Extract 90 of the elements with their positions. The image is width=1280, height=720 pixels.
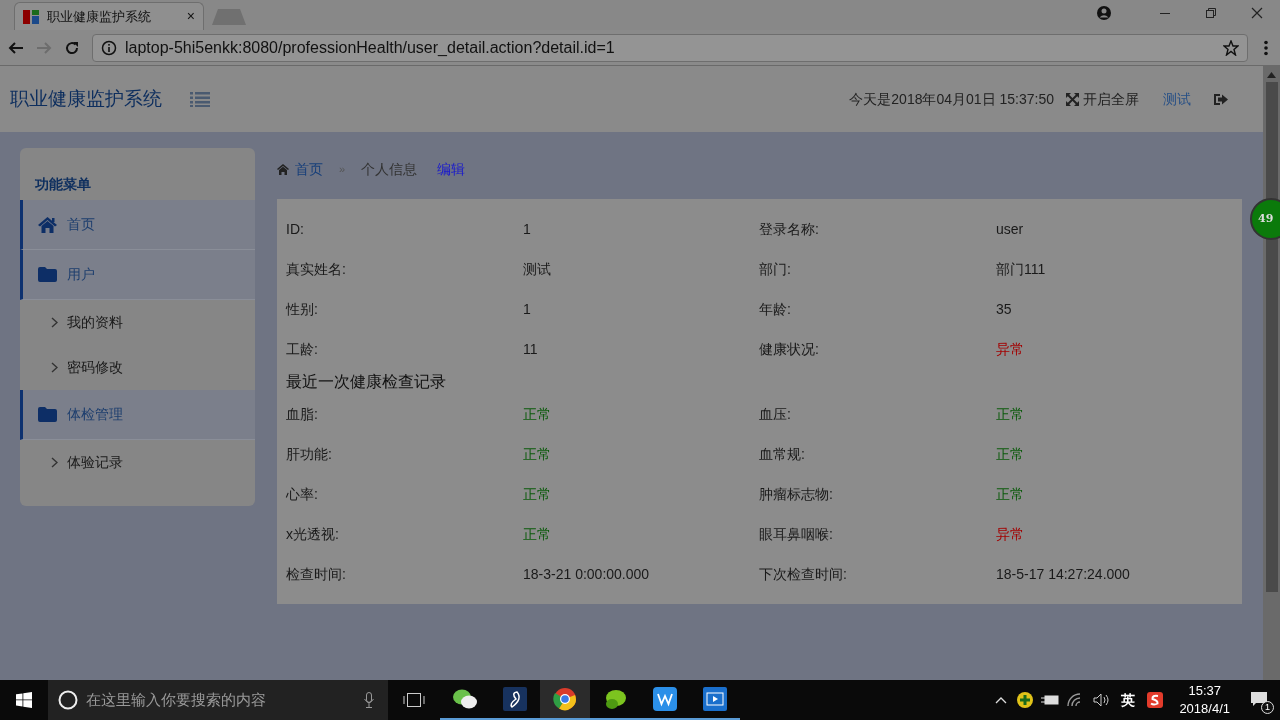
field-value: 正常 — [523, 524, 552, 544]
browser-tab[interactable]: 职业健康监护系统 × — [14, 2, 204, 30]
scroll-up-icon[interactable] — [1267, 72, 1276, 78]
submenu-item[interactable]: 体验记录 — [20, 440, 255, 485]
field-value: 部门111 — [996, 259, 1047, 279]
field-label: 工龄: — [286, 339, 319, 359]
url-text: laptop-5hi5enkk:8080/professionHealth/user_detail.action?detail.id=1 — [125, 37, 616, 58]
field-label: 下次检查时间: — [759, 564, 848, 584]
restore-icon[interactable] — [1205, 7, 1217, 19]
power-icon[interactable] — [1041, 694, 1060, 706]
menu-heading: 功能菜单 — [34, 175, 92, 194]
fullscreen-button[interactable]: 开启全屏 — [1066, 88, 1139, 110]
sidebar-item[interactable]: 首页 — [20, 200, 255, 250]
field-label: 检查时间: — [286, 564, 347, 584]
user-link[interactable]: 测试 — [1163, 88, 1191, 110]
section-title: 最近一次健康检查记录 — [286, 371, 447, 392]
field-value: 异常 — [996, 339, 1025, 359]
ime-tray-icon[interactable] — [1147, 692, 1164, 708]
field-value: 1 — [523, 219, 532, 239]
current-datetime: 今天是2018年04月01日 15:37:50 — [849, 89, 1054, 109]
windows-start-icon[interactable] — [16, 692, 32, 708]
field-value: 测试 — [523, 259, 552, 279]
input-method-indicator[interactable]: 英 — [1121, 689, 1136, 711]
field-value: 异常 — [996, 524, 1025, 544]
field-value: 正常 — [523, 484, 552, 504]
breadcrumb-current: 个人信息 — [361, 159, 418, 179]
logout-icon[interactable] — [1214, 92, 1229, 106]
tab-title: 职业健康监护系统 — [47, 7, 152, 26]
field-value: 1 — [523, 299, 532, 319]
microphone-icon — [364, 692, 374, 708]
back-icon[interactable] — [8, 39, 24, 56]
clock-time[interactable]: 15:37 — [1188, 682, 1221, 700]
field-value: 正常 — [523, 404, 552, 424]
field-label: x光透视: — [286, 524, 340, 544]
close-icon[interactable] — [1251, 7, 1263, 19]
sidebar-item[interactable]: 用户 — [20, 250, 255, 300]
home-icon — [38, 216, 57, 233]
field-label: 血脂: — [286, 404, 319, 424]
field-value: 35 — [996, 299, 1013, 319]
sidebar-item[interactable]: 体检管理 — [20, 390, 255, 440]
site-logo-icon — [23, 8, 39, 25]
close-tab-icon[interactable]: × — [186, 6, 195, 27]
submenu-item[interactable]: 我的资料 — [20, 300, 255, 345]
field-label: 眼耳鼻咽喉: — [759, 524, 834, 544]
home-icon — [277, 163, 289, 175]
field-label: 年龄: — [759, 299, 792, 319]
browser-app-icon[interactable] — [540, 680, 590, 720]
folder-icon — [38, 407, 57, 422]
cortana-icon — [58, 690, 78, 710]
expand-icon — [1066, 92, 1079, 106]
address-bar[interactable]: laptop-5hi5enkk:8080/professionHealth/user_detail.action?detail.id=1 — [92, 33, 1248, 62]
field-label: 肿瘤标志物: — [759, 484, 834, 504]
star-icon[interactable] — [1223, 39, 1239, 56]
field-label: 登录名称: — [759, 219, 820, 239]
notification-count: 1 — [1261, 701, 1274, 714]
floating-badge[interactable]: 49 — [1250, 198, 1280, 240]
field-label: 部门: — [759, 259, 792, 279]
tray-expand-icon[interactable] — [995, 696, 1008, 704]
field-label: 健康状况: — [759, 339, 820, 359]
chevron-icon — [51, 362, 58, 373]
field-value: 正常 — [996, 444, 1025, 464]
field-label: 血常规: — [759, 444, 806, 464]
task-view-icon[interactable] — [403, 692, 425, 708]
field-label: 血压: — [759, 404, 792, 424]
volume-icon[interactable] — [1093, 693, 1112, 707]
reload-icon[interactable] — [64, 39, 80, 56]
clock-date[interactable]: 2018/4/1 — [1179, 700, 1230, 718]
app-title: 职业健康监护系统 — [10, 86, 162, 111]
field-value: 18-3-21 0:00:00.000 — [523, 564, 651, 584]
menu-icon[interactable] — [1264, 39, 1268, 56]
breadcrumb-separator: » — [339, 161, 346, 177]
field-value: 11 — [523, 339, 539, 359]
field-label: ID: — [286, 219, 305, 239]
folder-icon — [38, 267, 57, 282]
field-value: 正常 — [523, 444, 552, 464]
submenu-item[interactable]: 密码修改 — [20, 345, 255, 390]
field-label: 性别: — [286, 299, 319, 319]
chevron-icon — [51, 457, 58, 468]
info-icon — [101, 39, 117, 56]
field-value: user — [996, 219, 1025, 239]
field-value: 正常 — [996, 404, 1025, 424]
field-value: 正常 — [996, 484, 1025, 504]
security-tray-icon[interactable] — [1016, 691, 1035, 709]
taskbar-search-field[interactable]: 在这里输入你要搜索的内容 — [48, 680, 388, 720]
field-label: 心率: — [286, 484, 319, 504]
profile-icon[interactable] — [1096, 5, 1112, 21]
field-label: 肝功能: — [286, 444, 333, 464]
field-label: 真实姓名: — [286, 259, 347, 279]
field-value: 18-5-17 14:27:24.000 — [996, 564, 1131, 584]
chevron-icon — [51, 317, 58, 328]
